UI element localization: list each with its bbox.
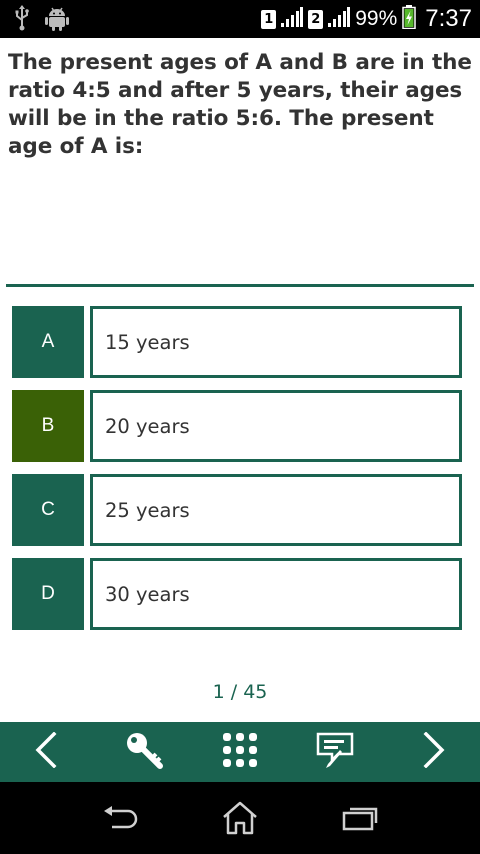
option-text[interactable]: 30 years [90,558,462,630]
divider [6,284,474,287]
battery-charging-icon [402,5,417,33]
sim2-badge: 2 [308,9,324,29]
clock: 7:37 [425,5,472,32]
page-indicator: 1 / 45 [212,681,268,703]
system-navigation-bar [0,782,480,854]
back-icon [102,805,138,835]
answer-key-button[interactable] [114,722,174,782]
signal-icon [281,7,304,31]
sim1-badge: 1 [261,9,277,29]
question-grid-button[interactable] [210,722,270,782]
android-icon [44,5,70,35]
option-text[interactable]: 15 years [90,306,462,378]
grid-icon [222,732,258,772]
option-a[interactable]: A 15 years [12,306,462,378]
option-letter[interactable]: A [12,306,84,378]
option-d[interactable]: D 30 years [12,558,462,630]
question-text: The present ages of A and B are in the r… [8,50,472,159]
option-b[interactable]: B 20 years [12,390,462,462]
next-button[interactable] [404,722,464,782]
signal-icon [328,7,351,31]
recent-apps-button[interactable] [330,800,390,840]
option-c[interactable]: C 25 years [12,474,462,546]
status-bar: 1 2 99% 7:37 [0,0,480,38]
option-text[interactable]: 25 years [90,474,462,546]
option-letter[interactable]: C [12,474,84,546]
bottom-toolbar [0,722,480,782]
option-text[interactable]: 20 years [90,390,462,462]
back-button[interactable] [90,800,150,840]
next-icon [422,731,446,772]
notes-button[interactable] [306,722,366,782]
previous-button[interactable] [16,722,76,782]
recent-apps-icon [342,805,378,835]
battery-percent: 99% [355,7,398,30]
usb-icon [14,5,30,35]
home-icon [222,801,258,839]
option-letter[interactable]: B [12,390,84,462]
option-letter[interactable]: D [12,558,84,630]
key-icon [124,730,164,774]
notes-icon [316,730,356,774]
home-button[interactable] [210,800,270,840]
previous-icon [34,731,58,772]
